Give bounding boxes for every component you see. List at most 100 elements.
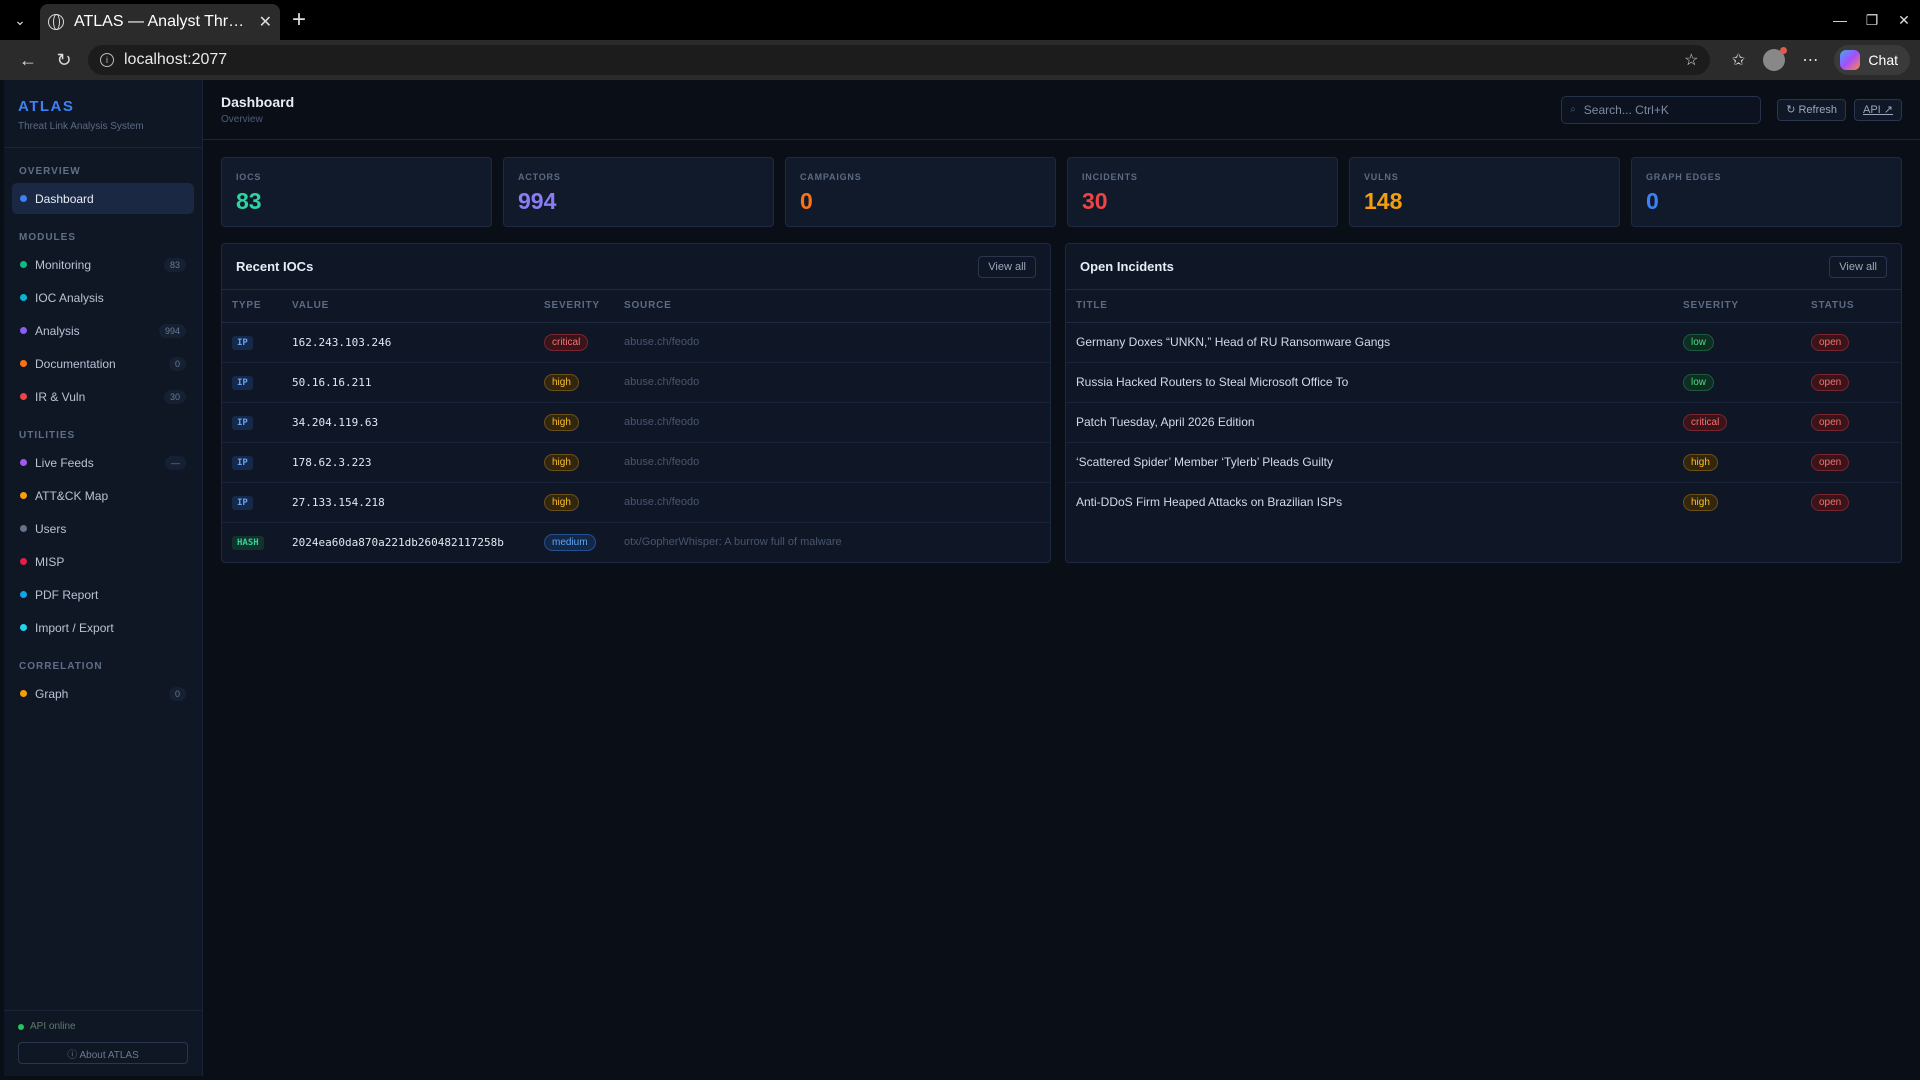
status-badge: open [1811,413,1850,431]
window-controls: — ❐ ✕ [1824,0,1920,40]
sidebar-item-users[interactable]: Users [12,513,194,544]
incident-title: ‘Scattered Spider’ Member ‘Tylerb’ Plead… [1066,442,1673,483]
status-dot-icon [18,1023,24,1030]
table-row[interactable]: IP 50.16.16.211 high abuse.ch/feodo [222,362,1050,403]
ioc-value: 27.133.154.218 [282,482,534,523]
favorites-icon[interactable]: ✩ [1720,50,1756,70]
open-incidents-panel: Open Incidents View all TITLE SEVERITY S… [1065,243,1902,563]
nav-section-correlation: CORRELATION [19,661,103,672]
status-badge: open [1811,333,1850,351]
page-title: Dashboard [221,94,295,110]
sidebar-item-ir-vuln[interactable]: IR & Vuln 30 [12,381,194,412]
about-button[interactable]: ⓘ About ATLAS [18,1042,188,1064]
table-row[interactable]: IP 178.62.3.223 high abuse.ch/feodo [222,442,1050,483]
nav-dot-icon [20,294,27,301]
table-row[interactable]: Patch Tuesday, April 2026 Edition critica… [1066,402,1901,443]
brand-name: ATLAS [18,98,75,115]
ioc-type-badge: IP [232,416,253,430]
url-field[interactable]: i localhost:2077 ☆ [88,45,1711,75]
chat-button[interactable]: Chat [1834,45,1910,75]
sidebar-item-label: Dashboard [35,191,94,206]
table-row[interactable]: IP 27.133.154.218 high abuse.ch/feodo [222,482,1050,523]
ioc-source: abuse.ch/feodo [614,442,1050,483]
page-subtitle: Overview [221,114,263,125]
refresh-button[interactable]: ↻ Refresh [1777,98,1846,121]
stat-card-campaigns: CAMPAIGNS 0 [785,157,1056,227]
incidents-table: TITLE SEVERITY STATUS Germany Doxes “UNK… [1066,290,1901,522]
nav-dot-icon [20,327,27,334]
col-type: TYPE [222,290,282,323]
bookmark-star-icon[interactable]: ☆ [1684,50,1698,70]
sidebar-item-import-export[interactable]: Import / Export [12,612,194,643]
sidebar-item-graph[interactable]: Graph 0 [12,678,194,709]
main-content: Dashboard Overview ⌕ ↻ Refresh API ↗ IOC… [203,80,1920,1076]
sidebar-item-live-feeds[interactable]: Live Feeds — [12,447,194,478]
table-row[interactable]: HASH 2024ea60da870a221db260482117258b medi… [222,522,1050,562]
nav-section-modules: MODULES [19,232,76,243]
profile-avatar-icon[interactable] [1763,47,1788,71]
browser-tabbar: ⌄ ATLAS — Analyst Threat & Link Analysis… [0,0,1920,40]
stat-label: INCIDENTS [1082,172,1138,182]
ioc-type-badge: IP [232,456,253,470]
sidebar-item-label: Graph [35,686,69,701]
ioc-value: 162.243.103.246 [282,322,534,363]
stat-label: ACTORS [518,172,561,182]
incident-title: Russia Hacked Routers to Steal Microsoft… [1066,362,1673,403]
table-row[interactable]: Anti-DDoS Firm Heaped Attacks on Brazili… [1066,482,1901,522]
sidebar-item-analysis[interactable]: Analysis 994 [12,315,194,346]
site-info-icon[interactable]: i [100,53,114,67]
table-row[interactable]: IP 162.243.103.246 critical abuse.ch/feodo [222,322,1050,363]
severity-badge: high [1683,493,1718,511]
sidebar-item-count: 0 [168,356,186,371]
severity-badge: critical [1683,413,1728,431]
sidebar: ATLAS Threat Link Analysis System OVERVI… [4,80,203,1076]
sidebar-footer: API online ⓘ About ATLAS [4,1010,202,1076]
sidebar-item-pdf-report[interactable]: PDF Report [12,579,194,610]
severity-badge: medium [544,533,596,551]
more-menu-icon[interactable]: ⋯ [1792,50,1828,70]
restore-icon[interactable]: ❐ [1856,12,1888,29]
incident-title: Germany Doxes “UNKN,” Head of RU Ransomw… [1066,322,1673,363]
api-link-button[interactable]: API ↗ [1853,98,1902,121]
nav-dot-icon [20,558,27,565]
reload-icon[interactable]: ↻ [46,50,82,71]
search-box[interactable]: ⌕ [1561,95,1762,124]
sidebar-item-label: Analysis [35,323,80,338]
nav-section-utilities: UTILITIES [19,430,76,441]
sidebar-item-documentation[interactable]: Documentation 0 [12,348,194,379]
sidebar-item-ioc-analysis[interactable]: IOC Analysis [12,282,194,313]
ioc-source: otx/GopherWhisper: A burrow full of malw… [624,536,842,549]
nav-dot-icon [20,690,27,697]
new-tab-icon[interactable]: + [292,8,306,32]
table-row[interactable]: IP 34.204.119.63 high abuse.ch/feodo [222,402,1050,443]
api-status: API online [18,1021,188,1032]
iocs-view-all-button[interactable]: View all [978,255,1036,278]
table-row[interactable]: Russia Hacked Routers to Steal Microsoft… [1066,362,1901,403]
sidebar-item-count: 83 [163,257,186,272]
sidebar-item-monitoring[interactable]: Monitoring 83 [12,249,194,280]
topbar: Dashboard Overview ⌕ ↻ Refresh API ↗ [203,80,1920,140]
sidebar-item-misp[interactable]: MISP [12,546,194,577]
chat-label: Chat [1868,52,1898,68]
ioc-type-badge: HASH [232,536,264,551]
sidebar-item-label: Import / Export [35,620,114,635]
col-title: TITLE [1066,290,1673,323]
table-row[interactable]: Germany Doxes “UNKN,” Head of RU Ransomw… [1066,322,1901,363]
status-badge: open [1811,373,1850,391]
sidebar-item-dashboard[interactable]: Dashboard [12,183,194,214]
incidents-view-all-button[interactable]: View all [1829,255,1887,278]
tab-close-icon[interactable]: ✕ [259,12,272,32]
search-input[interactable] [1583,102,1724,117]
sidebar-item-attck-map[interactable]: ATT&CK Map [12,480,194,511]
table-row[interactable]: ‘Scattered Spider’ Member ‘Tylerb’ Plead… [1066,442,1901,483]
url-text: localhost:2077 [124,51,228,68]
api-status-label: API online [30,1021,76,1032]
sidebar-item-label: PDF Report [35,587,99,602]
back-icon[interactable]: ← [10,50,46,71]
col-status: STATUS [1801,290,1901,323]
browser-tab[interactable]: ATLAS — Analyst Threat & Link Analysis S… [40,4,280,40]
tab-list-chevron-icon[interactable]: ⌄ [6,6,34,34]
minimize-icon[interactable]: — [1824,12,1856,28]
ioc-value: 50.16.16.211 [282,362,534,403]
close-window-icon[interactable]: ✕ [1888,12,1920,29]
